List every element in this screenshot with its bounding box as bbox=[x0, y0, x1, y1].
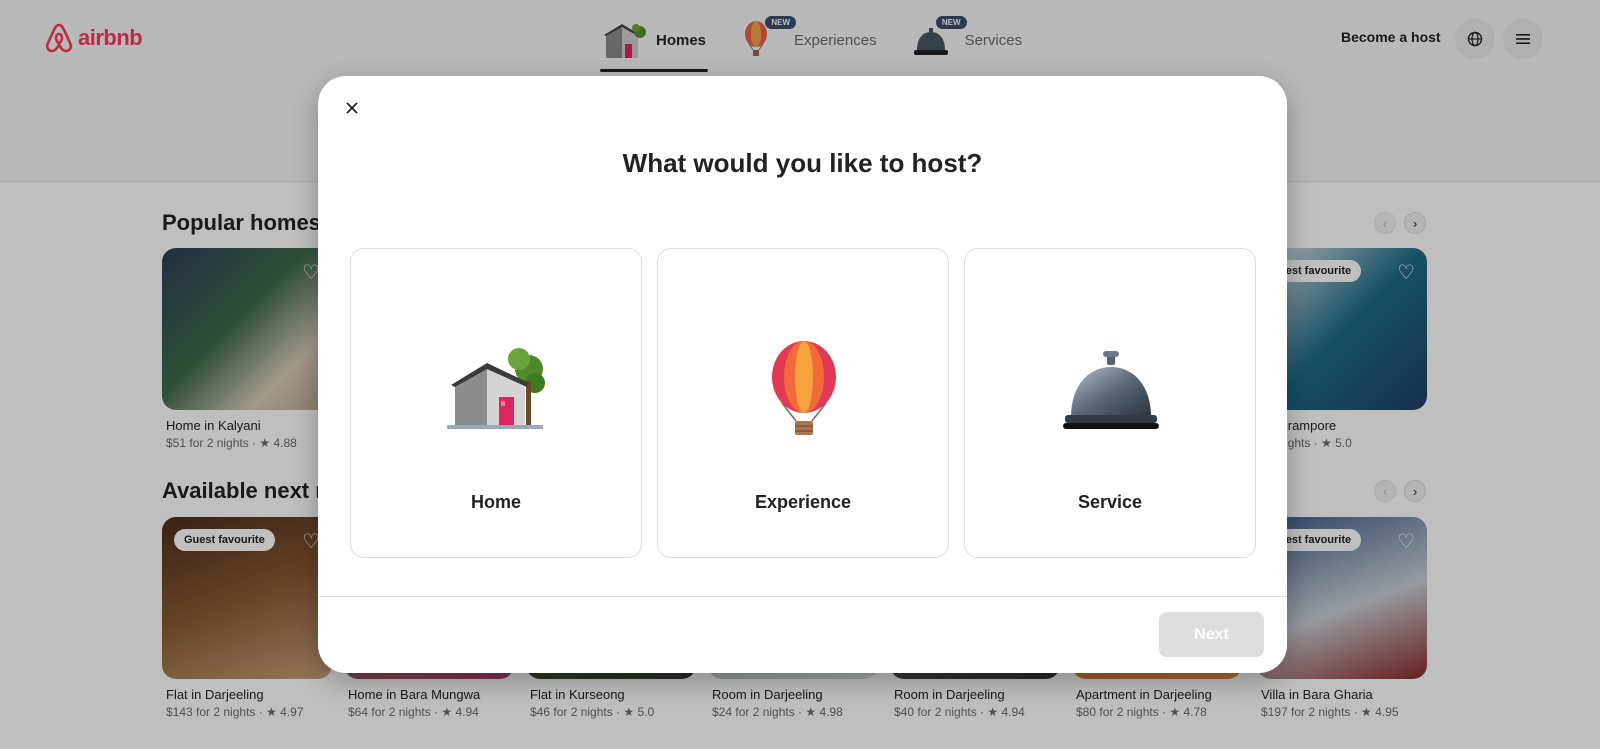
modal-divider bbox=[318, 596, 1287, 597]
modal-title: What would you like to host? bbox=[622, 148, 983, 178]
hot-air-balloon-icon bbox=[754, 339, 854, 439]
option-label-service: Service bbox=[1077, 492, 1143, 512]
option-label-home: Home bbox=[470, 492, 521, 512]
house-icon bbox=[447, 339, 547, 439]
host-type-options: Home Experience Service bbox=[350, 248, 1256, 558]
close-icon bbox=[346, 102, 358, 114]
service-bell-icon bbox=[1061, 339, 1161, 439]
host-type-modal: What would you like to host? Home Experi… bbox=[318, 76, 1287, 673]
option-experience[interactable]: Experience bbox=[657, 248, 949, 558]
option-home[interactable]: Home bbox=[350, 248, 642, 558]
option-service[interactable]: Service bbox=[964, 248, 1256, 558]
option-label-experience: Experience bbox=[754, 492, 852, 512]
close-button[interactable] bbox=[336, 92, 368, 124]
next-button[interactable]: Next bbox=[1159, 612, 1264, 657]
